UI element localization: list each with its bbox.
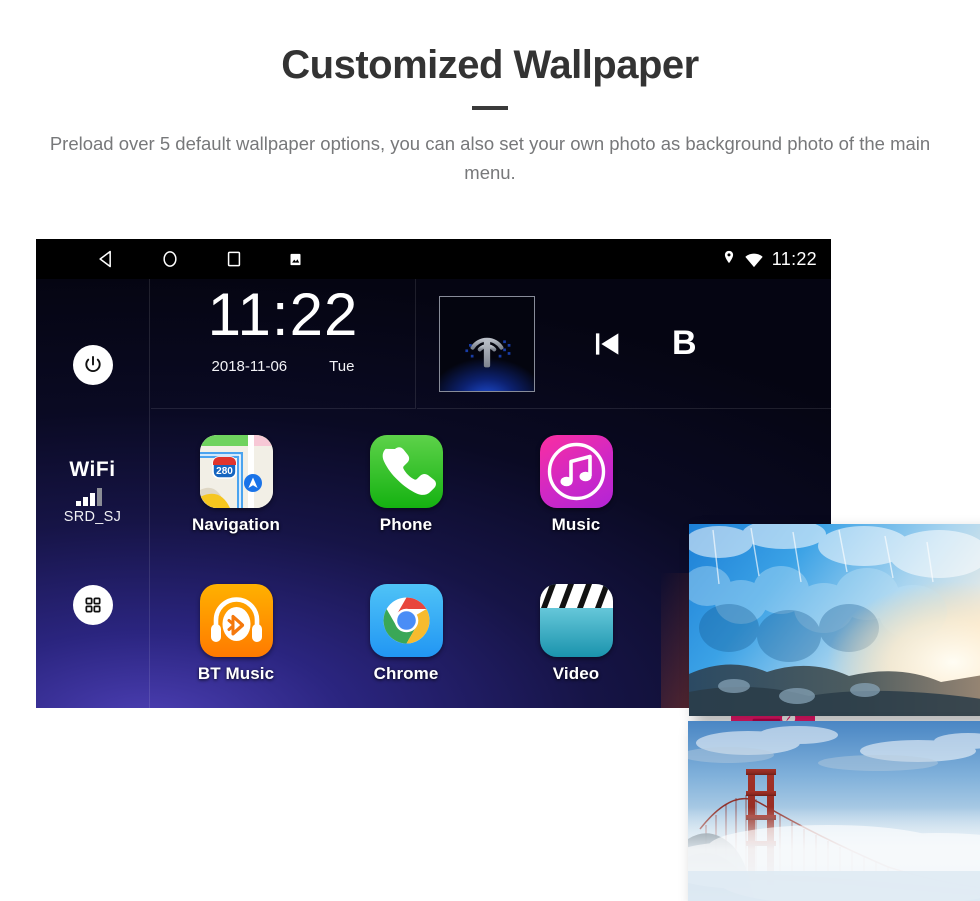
clapperboard-icon — [539, 583, 613, 657]
page-header: Customized Wallpaper Preload over 5 defa… — [0, 0, 980, 187]
location-pin-icon — [722, 250, 736, 268]
chrome-icon — [369, 583, 443, 657]
golden-gate-bridge-wallpaper[interactable] — [688, 721, 980, 901]
bluetooth-headphones-icon — [199, 583, 273, 657]
app-label: Chrome — [373, 663, 439, 683]
media-widget[interactable]: B — [417, 279, 831, 409]
app-chrome[interactable]: Chrome — [321, 559, 491, 708]
app-phone[interactable]: Phone — [321, 410, 491, 559]
app-music[interactable]: Music — [491, 410, 661, 559]
app-label: Video — [552, 663, 600, 683]
media-controls: B — [590, 324, 697, 363]
all-apps-button[interactable] — [72, 585, 113, 625]
apps-grid-icon — [83, 595, 103, 615]
phone-icon — [369, 434, 443, 508]
navigation-buttons — [96, 249, 303, 269]
wifi-ssid: SRD_SJ — [63, 509, 122, 525]
maps-icon: 280 — [199, 434, 273, 508]
page-title: Customized Wallpaper — [281, 43, 699, 87]
clock-time: 11:22 — [207, 281, 359, 348]
music-note-icon — [539, 434, 613, 508]
left-sidebar: WiFi SRD_SJ — [36, 279, 150, 708]
power-icon — [82, 354, 104, 376]
ice-cave-wallpaper[interactable] — [689, 524, 980, 716]
android-status-bar: 11:22 — [36, 239, 831, 279]
clock-meta: 2018-11-06 Tue — [151, 358, 415, 375]
status-indicators: 11:22 — [722, 249, 817, 270]
app-bt-music[interactable]: BT Music — [151, 559, 321, 708]
title-divider — [472, 106, 508, 110]
previous-track-icon[interactable] — [590, 327, 624, 361]
app-video[interactable]: Video — [491, 559, 661, 708]
wifi-icon — [744, 250, 764, 268]
clock-date: 2018-11-06 — [211, 358, 288, 375]
signal-bars-icon — [75, 486, 111, 506]
page-subtitle: Preload over 5 default wallpaper options… — [49, 133, 931, 183]
app-label: Phone — [379, 514, 433, 534]
radio-antenna-icon — [439, 295, 535, 392]
app-label: Music — [551, 514, 601, 534]
back-icon[interactable] — [96, 249, 116, 269]
app-label: BT Music — [197, 663, 275, 683]
device-screenshot: 11:22 WiFi SRD_SJ 11:22 2018-11-06 Tue B… — [36, 239, 980, 901]
power-button[interactable] — [72, 345, 113, 385]
status-bar-clock: 11:22 — [771, 248, 817, 269]
svg-text:280: 280 — [216, 466, 233, 477]
clock-widget[interactable]: 11:22 2018-11-06 Tue — [151, 279, 416, 409]
app-navigation[interactable]: 280 Navigation — [151, 410, 321, 559]
screenshot-icon[interactable] — [288, 252, 303, 267]
radio-band-label: B — [672, 324, 697, 362]
clock-weekday: Tue — [329, 358, 355, 375]
recents-icon[interactable] — [224, 249, 244, 269]
home-icon[interactable] — [160, 249, 180, 269]
app-label: Navigation — [192, 514, 280, 534]
wifi-status[interactable]: WiFi SRD_SJ — [64, 458, 121, 525]
wifi-label: WiFi — [69, 458, 116, 481]
